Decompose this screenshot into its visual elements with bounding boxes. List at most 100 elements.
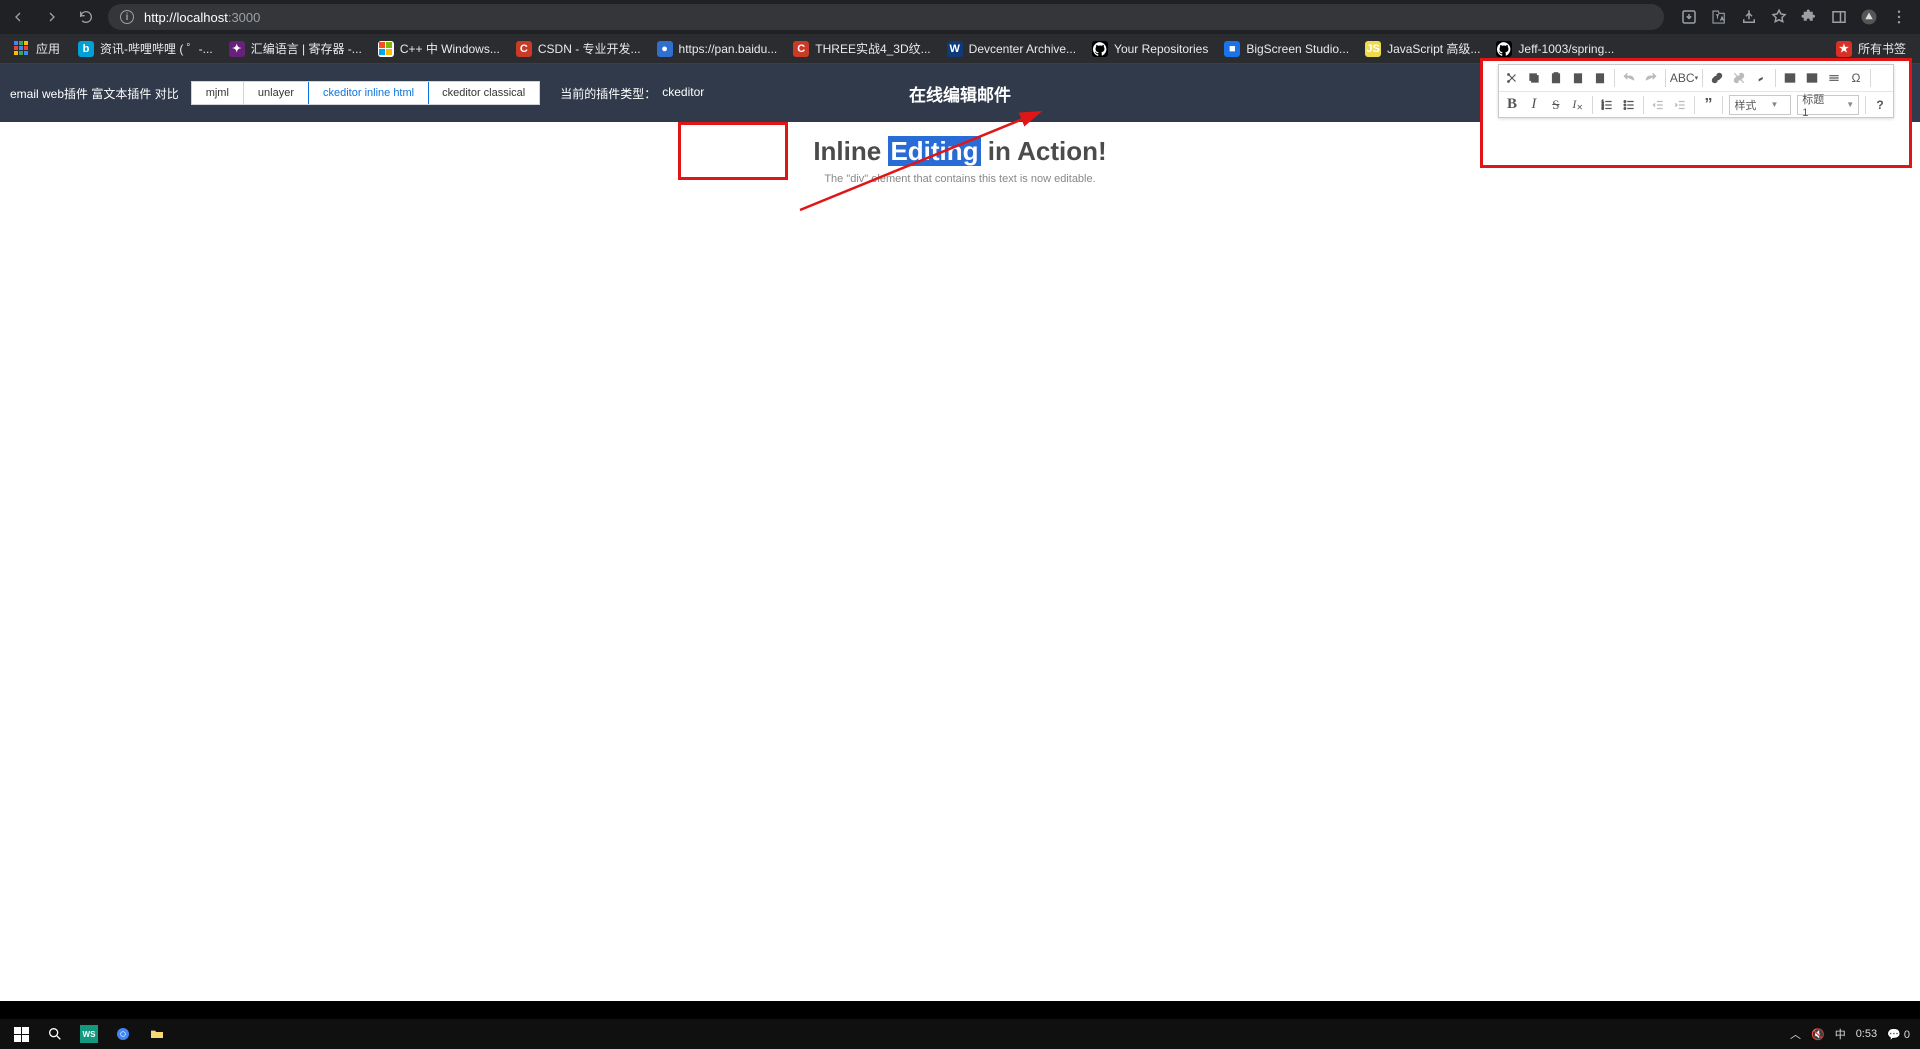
forward-button[interactable] [40,5,64,29]
bookmark-label: JavaScript 高级... [1387,40,1480,57]
bookmark-label: 资讯-哔哩哔哩 ( ゜-... [100,40,213,57]
bookmark-favicon: C [793,41,809,57]
all-bookmarks[interactable]: ★ 所有书签 [1830,38,1912,59]
taskbar-app-chrome[interactable] [106,1019,140,1049]
bookmark-item[interactable]: ●https://pan.baidu... [651,38,784,59]
bookmark-label: C++ 中 Windows... [400,40,500,57]
browser-actions [1674,8,1914,26]
indent-button[interactable] [1669,94,1691,116]
image-button[interactable] [1779,67,1801,89]
tray-volume-icon[interactable]: 🔇 [1811,1028,1825,1041]
page-footer-gap [0,1001,1920,1019]
site-info-icon[interactable]: i [120,10,134,24]
redo-button[interactable] [1640,67,1662,89]
current-plugin: 当前的插件类型： ckeditor [560,85,704,102]
bookmark-favicon: JS [1365,41,1381,57]
bookmark-label: THREE实战4_3D纹... [815,40,930,57]
bookmark-item[interactable]: C THREE实战4_3D纹... [787,38,936,59]
address-bar[interactable]: i http://localhost:3000 [108,4,1664,30]
spellcheck-button[interactable]: ABC▾ [1669,67,1699,89]
plugin-tab[interactable]: mjml [192,82,244,104]
undo-button[interactable] [1618,67,1640,89]
outdent-button[interactable] [1647,94,1669,116]
bold-button[interactable]: B [1501,94,1523,116]
blockquote-button[interactable]: ” [1698,94,1720,116]
bookmark-item[interactable]: ■ BigScreen Studio... [1218,38,1355,59]
remove-format-button[interactable]: I✕ [1567,94,1589,116]
bookmark-item[interactable]: b 资讯-哔哩哔哩 ( ゜-... [72,38,219,59]
copy-button[interactable] [1523,67,1545,89]
bookmark-label: BigScreen Studio... [1246,42,1349,56]
plugin-tab[interactable]: ckeditor classical [428,82,539,104]
paste-text-button[interactable] [1567,67,1589,89]
bookmark-favicon [1496,41,1512,57]
profile-avatar[interactable] [1860,8,1878,26]
extensions-icon[interactable] [1800,8,1818,26]
tray-ime[interactable]: 中 [1835,1026,1846,1042]
system-tray[interactable]: ︿ 🔇 中 0:53 💬 0 [1790,1026,1916,1042]
bookmark-favicon: W [947,41,963,57]
bookmark-label: https://pan.baidu... [679,42,778,56]
horizontal-rule-button[interactable] [1823,67,1845,89]
content-heading[interactable]: Inline Editing in Action! [0,136,1920,167]
plugin-tab[interactable]: ckeditor inline html [308,81,429,105]
styles-dropdown[interactable]: 样式▼ [1729,95,1791,115]
plugin-tab[interactable]: unlayer [244,82,309,104]
anchor-button[interactable] [1750,67,1772,89]
start-button[interactable] [4,1019,38,1049]
page-title: 在线编辑邮件 [909,81,1011,106]
special-char-button[interactable]: Ω [1845,67,1867,89]
cut-button[interactable] [1501,67,1523,89]
back-button[interactable] [6,5,30,29]
tray-chevron-icon[interactable]: ︿ [1790,1026,1801,1042]
bookmark-item[interactable]: ✦ 汇编语言 | 寄存器 -... [223,38,368,59]
italic-button[interactable]: I [1523,94,1545,116]
apps-shortcut[interactable]: 应用 [8,38,66,59]
side-panel-icon[interactable] [1830,8,1848,26]
tray-clock[interactable]: 0:53 [1856,1028,1877,1040]
bookmark-favicon [1092,41,1108,57]
unlink-button[interactable] [1728,67,1750,89]
bookmark-star-icon[interactable] [1770,8,1788,26]
reload-button[interactable] [74,5,98,29]
about-button[interactable]: ? [1869,94,1891,116]
bookmark-item[interactable]: C++ 中 Windows... [372,38,506,59]
bookmark-favicon: ✦ [229,41,245,57]
url-text: http://localhost:3000 [144,10,260,25]
menu-dots-icon[interactable] [1890,8,1908,26]
bookmark-label: 汇编语言 | 寄存器 -... [251,40,362,57]
bookmark-item[interactable]: Your Repositories [1086,38,1214,59]
format-dropdown[interactable]: 标题 1▼ [1797,95,1859,115]
bulleted-list-button[interactable] [1618,94,1640,116]
paste-word-button[interactable] [1589,67,1611,89]
windows-taskbar: WS ︿ 🔇 中 0:53 💬 0 [0,1019,1920,1049]
search-button[interactable] [38,1019,72,1049]
bookmark-item[interactable]: WDevcenter Archive... [941,38,1082,59]
ckeditor-toolbar: ABC▾ Ω B I S I✕ 123 ” 样式▼ 标题 1▼ ? [1498,64,1894,118]
table-button[interactable] [1801,67,1823,89]
translate-icon[interactable] [1710,8,1728,26]
content-subtext[interactable]: The "div" element that contains this tex… [0,173,1920,185]
share-icon[interactable] [1740,8,1758,26]
editable-content[interactable]: Inline Editing in Action! The "div" elem… [0,122,1920,185]
current-plugin-value: ckeditor [662,85,704,102]
taskbar-app-webstorm[interactable]: WS [72,1019,106,1049]
all-bookmarks-label: 所有书签 [1858,40,1906,57]
bookmark-item[interactable]: Jeff-1003/spring... [1490,38,1620,59]
heading-selection: Editing [888,136,980,166]
strike-button[interactable]: S [1545,94,1567,116]
paste-button[interactable] [1545,67,1567,89]
bookmark-item[interactable]: C CSDN - 专业开发... [510,38,647,59]
bookmark-favicon: ■ [1224,41,1240,57]
bookmark-label: CSDN - 专业开发... [538,40,641,57]
numbered-list-button[interactable]: 123 [1596,94,1618,116]
install-app-icon[interactable] [1680,8,1698,26]
heading-pre: Inline [813,136,888,166]
link-button[interactable] [1706,67,1728,89]
bookmark-item[interactable]: JS JavaScript 高级... [1359,38,1486,59]
bookmark-favicon: C [516,41,532,57]
current-plugin-label: 当前的插件类型： [560,85,656,102]
taskbar-app-explorer[interactable] [140,1019,174,1049]
tray-notifications[interactable]: 💬 0 [1887,1028,1910,1041]
bookmark-favicon: b [78,41,94,57]
